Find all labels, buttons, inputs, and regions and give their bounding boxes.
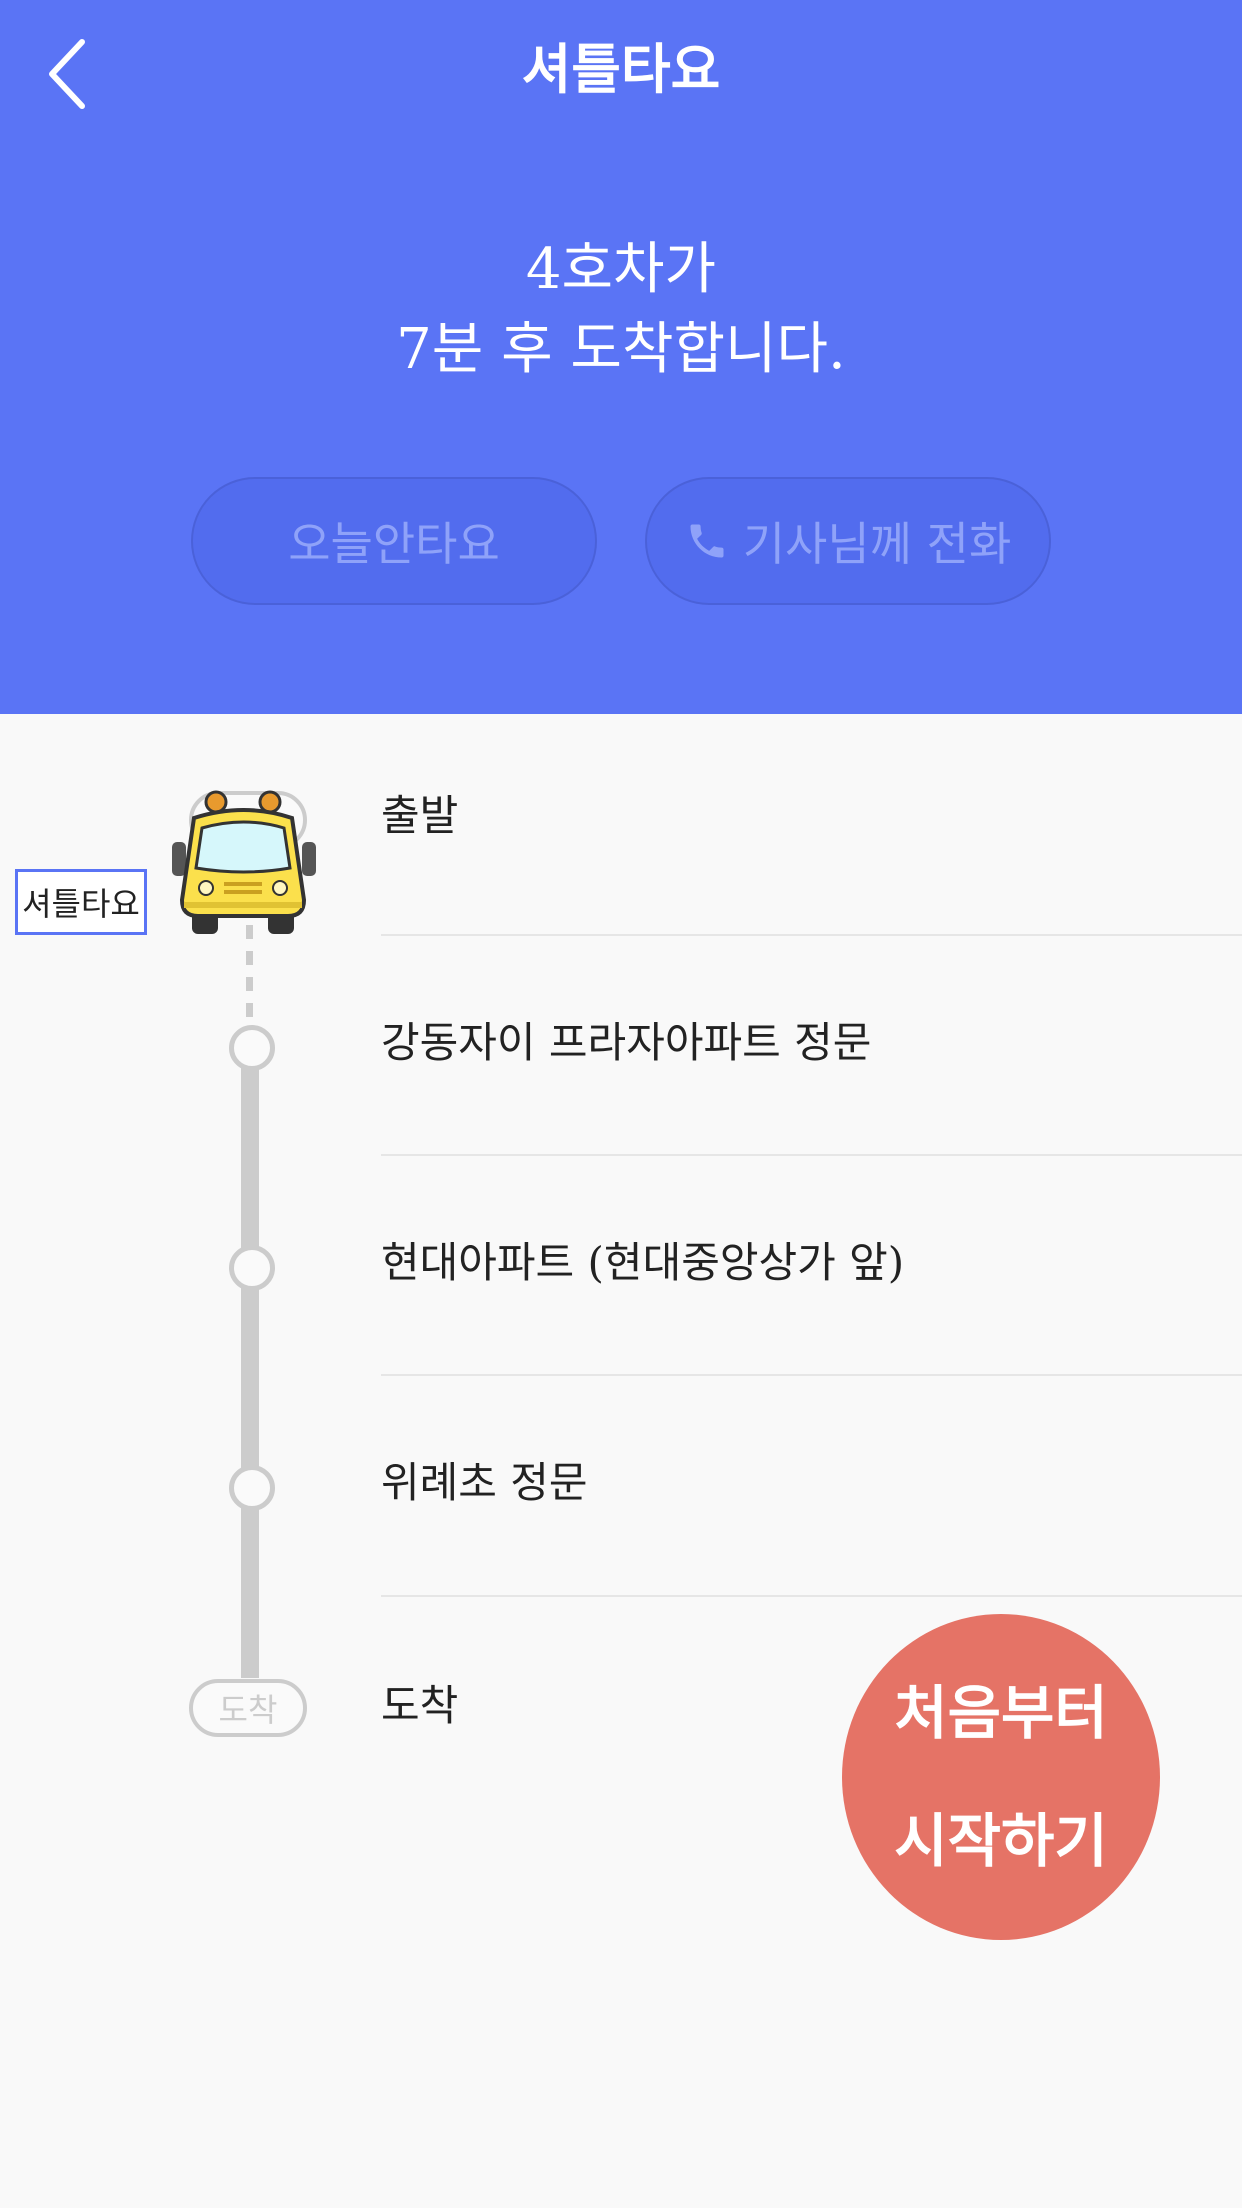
- stop-node: [229, 1025, 275, 1071]
- call-driver-button[interactable]: 기사님께 전화: [645, 477, 1051, 605]
- stop-label-arrival: 도착: [381, 1681, 459, 1730]
- route-line: [241, 1046, 259, 1678]
- restart-label-line-2: 시작하기: [894, 1807, 1108, 1875]
- divider: [381, 934, 1242, 936]
- stop-label: 위례초 정문: [381, 1458, 588, 1507]
- skip-today-label: 오늘안타요: [288, 517, 500, 571]
- end-node: 도착: [189, 1679, 307, 1737]
- stop-label: 현대아파트 (현대중앙상가 앞): [381, 1238, 905, 1287]
- stop-label: 강동자이 프라자아파트 정문: [381, 1018, 872, 1067]
- restart-label-line-1: 처음부터: [894, 1679, 1108, 1747]
- phone-icon: [690, 524, 724, 558]
- divider: [381, 1154, 1242, 1156]
- arrival-line-1: 4호차가: [525, 237, 717, 302]
- arrival-message: 4호차가 7분 후 도착합니다.: [0, 230, 1242, 390]
- page-title: 셔틀타요: [521, 38, 721, 101]
- arrival-line-2: 7분 후 도착합니다.: [396, 317, 846, 382]
- restart-button[interactable]: 처음부터 시작하기: [842, 1614, 1160, 1940]
- route-line-upcoming: [246, 925, 253, 1017]
- header: 셔틀타요 4호차가 7분 후 도착합니다. 오늘안타요 기사님께 전화: [0, 0, 1242, 714]
- divider: [381, 1595, 1242, 1597]
- skip-today-button[interactable]: 오늘안타요: [191, 477, 597, 605]
- stop-node: [229, 1465, 275, 1511]
- divider: [381, 1374, 1242, 1376]
- bus-tag: 셔틀타요: [15, 869, 147, 935]
- call-driver-label: 기사님께 전화: [742, 517, 1012, 571]
- stop-label-departure: 출발: [381, 791, 459, 840]
- bus-icon: [170, 788, 318, 938]
- stop-node: [229, 1245, 275, 1291]
